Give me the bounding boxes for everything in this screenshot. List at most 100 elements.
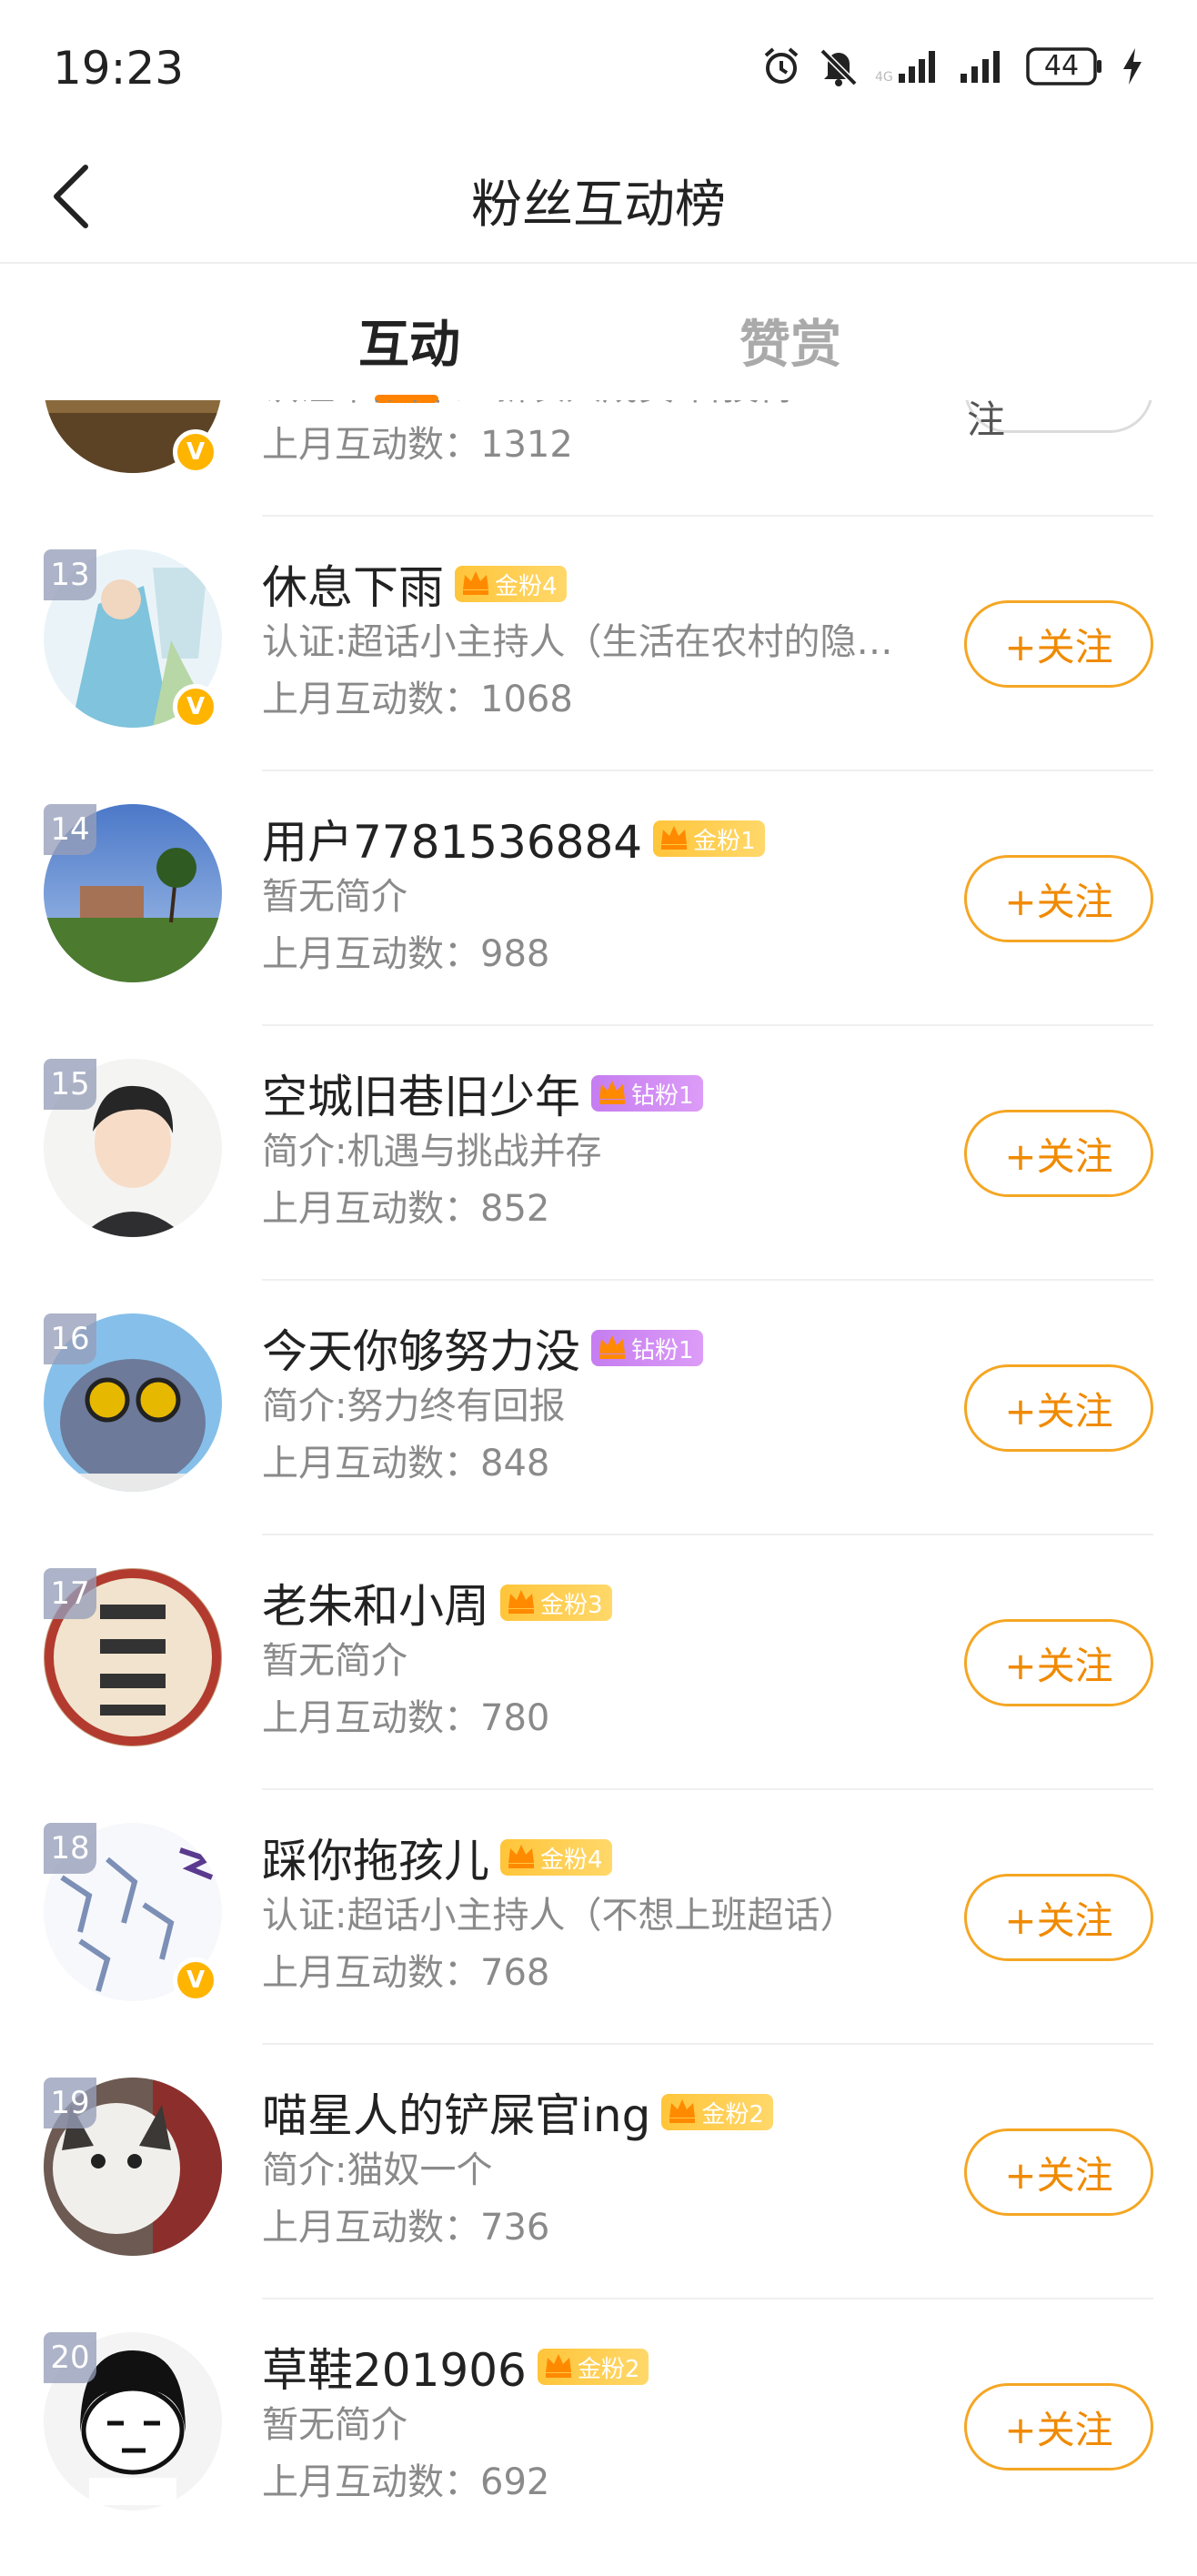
interaction-count: 上月互动数：988 bbox=[262, 933, 550, 975]
rank-badge: 18 bbox=[44, 1823, 96, 1874]
fan-level-text: 金粉2 bbox=[577, 2355, 640, 2383]
signal-icon: 4G bbox=[875, 48, 942, 85]
user-bio: 认证:超话小主持人（不想上班超话） bbox=[262, 1895, 857, 1937]
interaction-count: 上月互动数：848 bbox=[262, 1443, 550, 1484]
fan-level-badge: 钻粉1 bbox=[591, 1330, 703, 1366]
user-bio: 认证:白云平红新农人成员 科技博… bbox=[262, 400, 926, 410]
user-name[interactable]: 休息下雨 bbox=[262, 551, 444, 617]
crown-icon bbox=[659, 822, 689, 855]
user-name[interactable]: 踩你拖孩儿 bbox=[262, 1825, 489, 1890]
list-item[interactable]: 15 空城旧巷旧少年 钻粉1 简介:机遇与挑战并存 上月互动数：852 +关注 bbox=[0, 1026, 1197, 1281]
fan-level-text: 金粉3 bbox=[540, 1591, 603, 1619]
rank-badge: 16 bbox=[44, 1313, 96, 1364]
user-bio: 简介:机遇与挑战并存 bbox=[262, 1131, 602, 1172]
name-line: 喵星人的铲屎官ing 金粉2 bbox=[262, 2079, 773, 2145]
rank-badge: 13 bbox=[44, 549, 96, 600]
follow-button[interactable]: +关注 bbox=[964, 1619, 1153, 1706]
tab-bar: 互动 赞赏 bbox=[0, 266, 1197, 403]
list-item[interactable]: 19 喵星人的铲屎官ing 金粉2 简介:猫奴一个 上月互动数：736 +关注 bbox=[0, 2045, 1197, 2299]
crown-icon bbox=[460, 568, 491, 600]
interaction-count: 上月互动数：736 bbox=[262, 2207, 550, 2249]
crown-icon bbox=[506, 1841, 537, 1874]
fan-level-badge: 钻粉1 bbox=[591, 1075, 703, 1112]
name-line: 踩你拖孩儿 金粉4 bbox=[262, 1825, 612, 1890]
fan-level-text: 金粉4 bbox=[495, 572, 558, 600]
crown-icon bbox=[597, 1077, 628, 1110]
user-name[interactable]: 今天你够努力没 bbox=[262, 1315, 580, 1381]
status-bar: 19:23 4G 44 bbox=[0, 0, 1197, 136]
name-line: 空城旧巷旧少年 钻粉1 bbox=[262, 1061, 703, 1126]
interaction-count: 上月互动数：1068 bbox=[262, 679, 573, 720]
fan-level-badge: 金粉2 bbox=[661, 2094, 773, 2130]
tab-appreciation[interactable]: 赞赏 bbox=[739, 304, 841, 377]
tab-interaction[interactable]: 互动 bbox=[358, 304, 460, 377]
user-bio: 暂无简介 bbox=[262, 876, 407, 918]
interaction-count: 上月互动数：768 bbox=[262, 1952, 550, 1994]
user-name[interactable]: 老朱和小周 bbox=[262, 1570, 489, 1635]
rank-badge: 19 bbox=[44, 2078, 96, 2128]
interaction-count: 上月互动数：692 bbox=[262, 2461, 550, 2503]
list-item[interactable]: 20 草鞋201906 金粉2 暂无简介 上月互动数：692 +关注 bbox=[0, 2299, 1197, 2554]
follow-button[interactable]: +关注 bbox=[964, 2128, 1153, 2216]
charging-icon bbox=[1121, 46, 1144, 86]
crown-icon bbox=[506, 1586, 537, 1619]
follow-button[interactable]: +关注 bbox=[964, 1110, 1153, 1197]
verified-icon: V bbox=[173, 684, 218, 730]
mutual-follow-button[interactable]: ⇆ 互相关注 bbox=[964, 400, 1153, 442]
follow-button[interactable]: +关注 bbox=[964, 855, 1153, 942]
fan-level-badge: 金粉4 bbox=[500, 1839, 612, 1876]
battery-level: 44 bbox=[1043, 50, 1080, 82]
page-title: 粉丝互动榜 bbox=[471, 176, 726, 235]
interaction-count: 上月互动数：852 bbox=[262, 1188, 550, 1230]
user-name[interactable]: 空城旧巷旧少年 bbox=[262, 1061, 580, 1126]
alarm-icon bbox=[760, 45, 802, 87]
app-screen: 19:23 4G 44 粉丝互动榜 互动 赞赏 V 上月互动数：1312 注 1… bbox=[0, 0, 1197, 2576]
list-item[interactable]: V 认证:白云平红新农人成员 科技博… 上月互动数：1312 ⇆ 互相关注 bbox=[0, 400, 1197, 517]
fan-level-badge: 金粉1 bbox=[653, 820, 765, 857]
list-item[interactable]: 16 今天你够努力没 钻粉1 简介:努力终有回报 上月互动数：848 +关注 bbox=[0, 1281, 1197, 1535]
list-item[interactable]: 13 V 休息下雨 金粉4 认证:超话小主持人（生活在农村的隐… 上月互动数：1… bbox=[0, 517, 1197, 771]
crown-icon bbox=[667, 2096, 698, 2128]
list-item[interactable]: 18 V 踩你拖孩儿 金粉4 认证:超话小主持人（不想上班超话） 上月互动数：7… bbox=[0, 1790, 1197, 2045]
list-item[interactable]: 14 用户7781536884 金粉1 暂无简介 上月互动数：988 +关注 bbox=[0, 771, 1197, 1026]
follow-button[interactable]: +关注 bbox=[964, 1364, 1153, 1452]
verified-icon: V bbox=[173, 429, 218, 475]
fan-level-badge: 金粉4 bbox=[455, 566, 567, 602]
user-name[interactable]: 喵星人的铲屎官ing bbox=[262, 2079, 650, 2145]
verified-icon: V bbox=[173, 1957, 218, 2003]
status-icons: 4G 44 bbox=[760, 45, 1144, 87]
name-line: 休息下雨 金粉4 bbox=[262, 551, 567, 617]
user-name[interactable]: 用户7781536884 bbox=[262, 806, 642, 871]
user-name[interactable]: 草鞋201906 bbox=[262, 2334, 527, 2400]
fan-level-text: 金粉4 bbox=[540, 1846, 603, 1874]
fan-ranking-list: V 认证:白云平红新农人成员 科技博… 上月互动数：1312 ⇆ 互相关注 13… bbox=[0, 400, 1197, 2576]
name-line: 用户7781536884 金粉1 bbox=[262, 806, 765, 871]
fan-level-text: 金粉2 bbox=[701, 2100, 764, 2128]
rank-badge: 17 bbox=[44, 1568, 96, 1619]
follow-button[interactable]: +关注 bbox=[964, 600, 1153, 688]
fan-level-badge: 金粉2 bbox=[537, 2349, 649, 2385]
name-line: 草鞋201906 金粉2 bbox=[262, 2334, 649, 2400]
name-line: 老朱和小周 金粉3 bbox=[262, 1570, 612, 1635]
status-time: 19:23 bbox=[53, 42, 185, 95]
follow-button[interactable]: +关注 bbox=[964, 2383, 1153, 2470]
follow-button[interactable]: +关注 bbox=[964, 1874, 1153, 1961]
fan-level-text: 金粉1 bbox=[693, 827, 756, 855]
crown-icon bbox=[543, 2350, 574, 2383]
user-bio: 暂无简介 bbox=[262, 1640, 407, 1682]
svg-text:4G: 4G bbox=[875, 70, 893, 85]
user-bio: 简介:努力终有回报 bbox=[262, 1385, 566, 1427]
user-bio: 暂无简介 bbox=[262, 2404, 407, 2446]
list-item[interactable]: 17 老朱和小周 金粉3 暂无简介 上月互动数：780 +关注 bbox=[0, 1535, 1197, 1790]
name-line: 今天你够努力没 钻粉1 bbox=[262, 1315, 703, 1381]
fan-level-text: 钻粉1 bbox=[631, 1082, 694, 1110]
battery-icon: 44 bbox=[1026, 46, 1104, 86]
rank-badge: 15 bbox=[44, 1059, 96, 1110]
user-bio: 认证:超话小主持人（生活在农村的隐… bbox=[262, 621, 893, 663]
rank-badge: 20 bbox=[44, 2332, 96, 2383]
rank-badge: 14 bbox=[44, 804, 96, 855]
interaction-count: 上月互动数：1312 bbox=[262, 424, 573, 466]
fan-level-text: 钻粉1 bbox=[631, 1336, 694, 1364]
crown-icon bbox=[597, 1332, 628, 1364]
top-nav-bar: 粉丝互动榜 bbox=[0, 136, 1197, 264]
